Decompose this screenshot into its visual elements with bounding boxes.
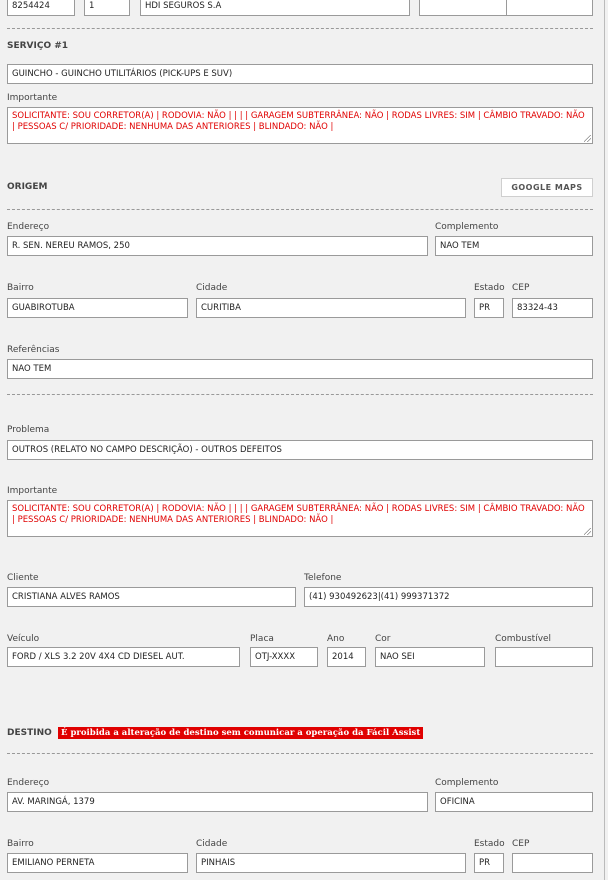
divider — [7, 753, 593, 754]
origin-city-field[interactable]: CURITIBA — [196, 298, 466, 318]
plate-field[interactable]: OTJ-XXXX — [250, 647, 318, 667]
client-label: Cliente — [7, 573, 39, 583]
destination-complement-field[interactable]: OFICINA — [435, 792, 593, 812]
top-extra-field-1[interactable] — [419, 0, 508, 16]
vehicle-field[interactable]: FORD / XLS 3.2 20V 4X4 CD DIESEL AUT. — [7, 647, 240, 667]
destination-state-label: Estado — [474, 839, 505, 849]
destination-district-label: Bairro — [7, 839, 34, 849]
origin-address-field[interactable]: R. SEN. NEREU RAMOS, 250 — [7, 236, 428, 256]
color-label: Cor — [375, 634, 391, 644]
destination-warning-badge: É proibida a alteração de destino sem co… — [58, 727, 424, 739]
service-section-title: SERVIÇO #1 — [7, 41, 69, 51]
vehicle-label: Veículo — [7, 634, 40, 644]
origin-cep-field[interactable]: 83324-43 — [512, 298, 593, 318]
color-field[interactable]: NAO SEI — [375, 647, 485, 667]
year-label: Ano — [327, 634, 345, 644]
phone-field[interactable]: (41) 930492623|(41) 999371372 — [304, 587, 593, 607]
origin-cep-label: CEP — [512, 283, 530, 293]
origin-references-field[interactable]: NAO TEM — [7, 359, 593, 379]
plate-label: Placa — [250, 634, 274, 644]
page-edge-divider — [604, 0, 605, 880]
fuel-label: Combustível — [495, 634, 552, 644]
destination-cep-field[interactable] — [512, 853, 593, 873]
origin-address-label: Endereço — [7, 222, 50, 232]
origin-complement-label: Complemento — [435, 222, 499, 232]
destination-city-label: Cidade — [196, 839, 228, 849]
google-maps-button[interactable]: GOOGLE MAPS — [501, 178, 593, 197]
origin-complement-field[interactable]: NAO TEM — [435, 236, 593, 256]
destination-city-field[interactable]: PINHAIS — [196, 853, 466, 873]
divider — [7, 28, 593, 29]
problem-important-label: Importante — [7, 486, 58, 496]
client-field[interactable]: CRISTIANA ALVES RAMOS — [7, 587, 296, 607]
problem-label: Problema — [7, 425, 50, 435]
divider — [7, 394, 593, 395]
origin-district-field[interactable]: GUABIROTUBA — [7, 298, 188, 318]
problem-important-textarea[interactable]: SOLICITANTE: SOU CORRETOR(A) | RODOVIA: … — [7, 500, 593, 537]
service-important-label: Importante — [7, 93, 58, 103]
destination-address-label: Endereço — [7, 778, 50, 788]
service-important-text: SOLICITANTE: SOU CORRETOR(A) | RODOVIA: … — [12, 111, 585, 132]
destination-address-field[interactable]: AV. MARINGÁ, 1379 — [7, 792, 428, 812]
resize-handle-icon[interactable] — [584, 135, 591, 142]
year-field[interactable]: 2014 — [327, 647, 366, 667]
origin-district-label: Bairro — [7, 283, 34, 293]
origin-references-label: Referências — [7, 345, 60, 355]
resize-handle-icon[interactable] — [584, 528, 591, 535]
origin-state-field[interactable]: PR — [474, 298, 504, 318]
destination-cep-label: CEP — [512, 839, 530, 849]
origin-city-label: Cidade — [196, 283, 228, 293]
destination-state-field[interactable]: PR — [474, 853, 504, 873]
service-important-textarea[interactable]: SOLICITANTE: SOU CORRETOR(A) | RODOVIA: … — [7, 107, 593, 144]
insurer-field[interactable]: HDI SEGUROS S.A — [140, 0, 410, 16]
problem-field[interactable]: OUTROS (RELATO NO CAMPO DESCRIÇÃO) - OUT… — [7, 440, 593, 460]
top-extra-field-2[interactable] — [506, 0, 593, 16]
protocol-field[interactable]: 8254424 — [7, 0, 75, 16]
destination-complement-label: Complemento — [435, 778, 499, 788]
sequence-field[interactable]: 1 — [84, 0, 130, 16]
problem-important-text: SOLICITANTE: SOU CORRETOR(A) | RODOVIA: … — [12, 504, 585, 525]
origin-section-title: ORIGEM — [7, 182, 48, 192]
origin-state-label: Estado — [474, 283, 505, 293]
divider — [7, 209, 593, 210]
fuel-field[interactable] — [495, 647, 593, 667]
phone-label: Telefone — [304, 573, 342, 583]
service-type-field[interactable]: GUINCHO - GUINCHO UTILITÁRIOS (PICK-UPS … — [7, 64, 593, 84]
destination-section-title: DESTINO — [7, 728, 52, 738]
destination-district-field[interactable]: EMILIANO PERNETA — [7, 853, 188, 873]
